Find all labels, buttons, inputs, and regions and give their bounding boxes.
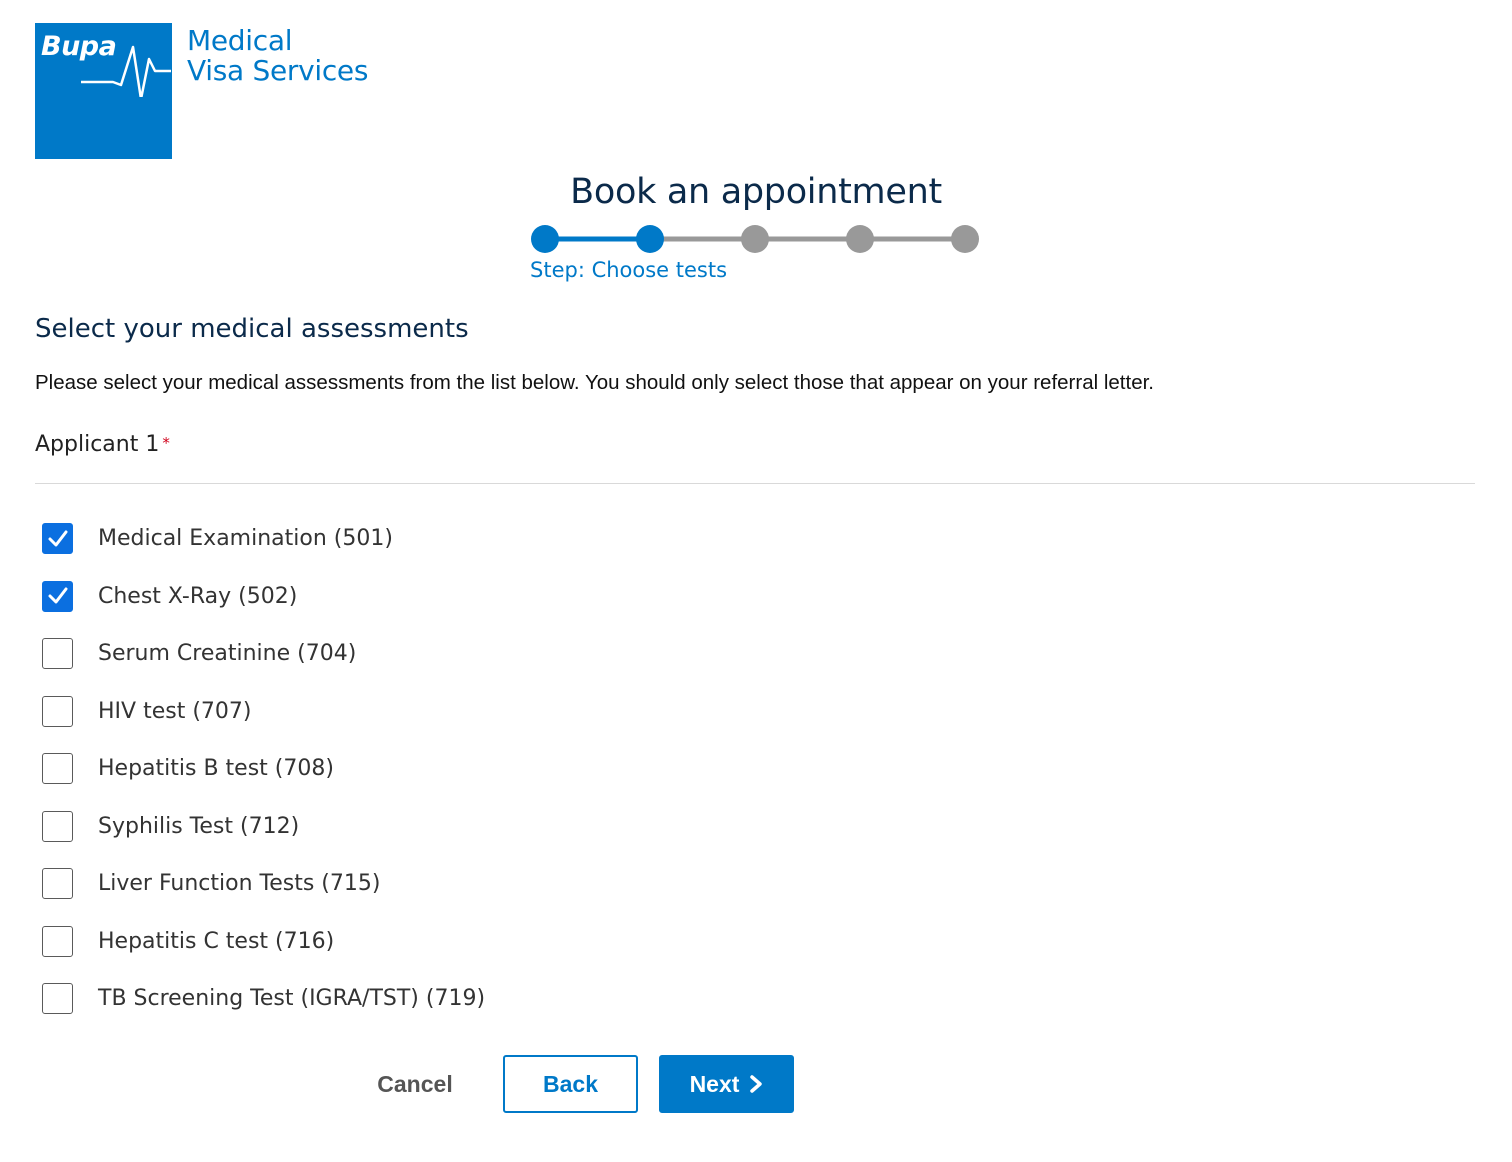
checkbox-unchecked[interactable] [42,695,73,727]
checkbox-checked[interactable] [42,580,73,612]
test-item-501[interactable]: Medical Examination (501) [42,510,485,568]
brand-name-line2: Visa Services [187,54,369,87]
test-item-715[interactable]: Liver Function Tests (715) [42,855,485,913]
checkbox-unchecked[interactable] [42,868,73,900]
chevron-right-icon [750,1075,763,1093]
checkbox-unchecked[interactable] [42,638,73,670]
checkbox-unchecked[interactable] [42,810,73,842]
step-dot-2 [636,225,664,253]
test-item-712[interactable]: Syphilis Test (712) [42,798,485,856]
checkmark-icon [48,530,67,547]
required-marker: * [162,434,170,452]
step-dot-4 [846,225,874,253]
checkbox-unchecked[interactable] [42,925,73,957]
checkbox-unchecked[interactable] [42,983,73,1015]
progress-stepper [531,225,979,253]
test-label: Hepatitis C test (716) [98,928,335,954]
back-button[interactable]: Back [503,1055,638,1113]
test-label: Medical Examination (501) [98,526,393,552]
test-label: Hepatitis B test (708) [98,756,334,782]
bupa-logo[interactable]: Bupa [35,23,172,159]
step-dot-1 [531,225,559,253]
checkmark-icon [48,587,67,604]
test-label: Serum Creatinine (704) [98,641,357,667]
test-item-502[interactable]: Chest X-Ray (502) [42,568,485,626]
next-button[interactable]: Next [659,1055,794,1113]
test-item-719[interactable]: TB Screening Test (IGRA/TST) (719) [42,970,485,1028]
test-label: TB Screening Test (IGRA/TST) (719) [98,986,486,1012]
test-label: Syphilis Test (712) [98,813,300,839]
divider [35,483,1475,484]
test-label: Liver Function Tests (715) [98,871,381,897]
brand-name: Medical Visa Services [187,26,368,86]
cancel-button[interactable]: Cancel [360,1055,470,1113]
page: Bupa Medical Visa Services Book an appoi… [0,0,1512,1162]
page-title: Book an appointment [570,172,942,212]
instructions-text: Please select your medical assessments f… [35,371,1154,394]
next-button-label: Next [689,1070,740,1097]
test-label: HIV test (707) [98,698,252,724]
checkbox-checked[interactable] [42,523,73,555]
checkbox-unchecked[interactable] [42,753,73,785]
test-item-704[interactable]: Serum Creatinine (704) [42,625,485,683]
section-title: Select your medical assessments [35,314,469,344]
tests-checkbox-list: Medical Examination (501) Chest X-Ray (5… [42,510,485,1028]
heartbeat-icon [81,45,171,97]
test-label: Chest X-Ray (502) [98,583,298,609]
applicant-label: Applicant 1 * [35,432,170,457]
step-label: Step: Choose tests [530,258,728,282]
brand-name-line1: Medical [187,24,293,57]
step-dot-5 [951,225,979,253]
test-item-707[interactable]: HIV test (707) [42,683,485,741]
applicant-label-text: Applicant 1 [35,432,160,457]
step-dot-3 [741,225,769,253]
test-item-708[interactable]: Hepatitis B test (708) [42,740,485,798]
test-item-716[interactable]: Hepatitis C test (716) [42,913,485,971]
